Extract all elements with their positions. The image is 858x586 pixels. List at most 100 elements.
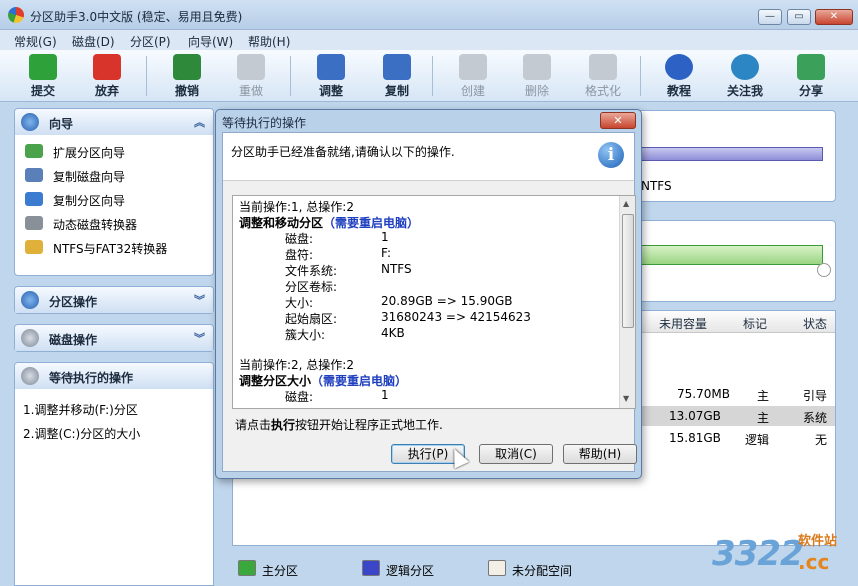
wizard-panel-header[interactable]: 向导 ︽	[15, 109, 213, 135]
sidebar-item-ntfs-fat32[interactable]: NTFS与FAT32转换器	[23, 237, 213, 261]
dialog-header: 分区助手已经准备就绪,请确认以下的操作. i	[223, 133, 634, 181]
col-free-space[interactable]: 未用容量	[659, 315, 707, 332]
pending-item[interactable]: 1.调整并移动(F:)分区	[23, 401, 138, 418]
pending-ops-title: 等待执行的操作	[49, 371, 134, 385]
cell-status: 引导	[803, 389, 828, 403]
field-label: 大小:	[285, 296, 314, 310]
partition-icon	[21, 291, 39, 309]
disk-ops-panel: 磁盘操作 ︾	[14, 324, 214, 352]
partition-ops-panel: 分区操作 ︾	[14, 286, 214, 314]
menu-partition[interactable]: 分区(P)	[130, 33, 171, 50]
delete-button[interactable]: 删除	[508, 52, 566, 100]
toolbar-separator	[640, 56, 641, 96]
cell-status: 系统	[803, 411, 828, 425]
swatch-primary	[238, 560, 256, 576]
cancel-button[interactable]: 取消(C)	[479, 444, 553, 464]
scroll-down-arrow[interactable]: ▼	[623, 394, 629, 403]
field-value: 1	[381, 388, 389, 402]
disk-ops-title: 磁盘操作	[49, 333, 98, 347]
tutorial-button[interactable]: 教程	[650, 52, 708, 100]
share-button[interactable]: 分享	[782, 52, 840, 100]
chevron-down-icon[interactable]: ︾	[194, 292, 205, 308]
sidebar-item-copy-disk-wizard[interactable]: 复制磁盘向导	[23, 165, 213, 189]
sidebar-item-copy-partition-wizard[interactable]: 复制分区向导	[23, 189, 213, 213]
follow-button[interactable]: 关注我	[716, 52, 774, 100]
chevron-up-icon[interactable]: ︽	[194, 114, 205, 130]
format-button[interactable]: 格式化	[574, 52, 632, 100]
wizard-panel: 向导 ︽ 扩展分区向导 复制磁盘向导 复制分区向导 动态磁盘转换器 NTFS与F…	[14, 108, 214, 276]
watermark-site: 软件站	[798, 534, 838, 549]
wizard-icon	[21, 113, 39, 131]
help-icon	[665, 54, 693, 80]
cell-flag: 逻辑	[745, 433, 770, 447]
scroll-up-arrow[interactable]: ▲	[623, 199, 629, 208]
create-partition-icon	[459, 54, 487, 80]
pending-ops-panel: 等待执行的操作 1.调整并移动(F:)分区 2.调整(C:)分区的大小	[14, 362, 214, 586]
close-button[interactable]: ✕	[815, 9, 853, 25]
wizard-panel-title: 向导	[49, 117, 74, 131]
sidebar-item-extend-wizard[interactable]: 扩展分区向导	[23, 141, 213, 165]
partition-bar[interactable]	[637, 245, 823, 265]
globe-icon	[731, 54, 759, 80]
pending-ops-header[interactable]: 等待执行的操作	[15, 363, 213, 389]
op-header: 当前操作:2, 总操作:2	[239, 358, 354, 372]
dialog-message: 分区助手已经准备就绪,请确认以下的操作.	[231, 145, 455, 159]
partition-ops-title: 分区操作	[49, 295, 98, 309]
toolbar-separator	[290, 56, 291, 96]
field-value: 20.89GB => 15.90GB	[381, 294, 513, 308]
menu-wizard[interactable]: 向导(W)	[188, 33, 233, 50]
op-name: 调整和移动分区	[239, 216, 324, 230]
disk-ops-header[interactable]: 磁盘操作 ︾	[15, 325, 213, 351]
col-status[interactable]: 状态	[803, 315, 827, 332]
undo-button[interactable]: 撤销	[158, 52, 216, 100]
field-value: 31680243 => 42154623	[381, 310, 531, 324]
vertical-scrollbar[interactable]: ▲ ▼	[619, 196, 635, 408]
copy-partition-icon	[383, 54, 411, 80]
op-header: 当前操作:1, 总操作:2	[239, 200, 354, 214]
scroll-thumb[interactable]	[622, 214, 634, 328]
extend-partition-icon	[25, 144, 43, 158]
menu-help[interactable]: 帮助(H)	[248, 33, 290, 50]
swatch-logical	[362, 560, 380, 576]
copy-button[interactable]: 复制	[368, 52, 426, 100]
create-button[interactable]: 创建	[444, 52, 502, 100]
slider-handle[interactable]	[817, 263, 831, 277]
chevron-down-icon[interactable]: ︾	[194, 330, 205, 346]
operations-list[interactable]: 当前操作:1, 总操作:2 调整和移动分区（需要重启电脑） 磁盘: 1 盘符: F:…	[232, 195, 636, 409]
minimize-button[interactable]: —	[758, 9, 782, 25]
partition-ops-header[interactable]: 分区操作 ︾	[15, 287, 213, 313]
redo-button[interactable]: 重做	[222, 52, 280, 100]
copy-disk-icon	[25, 168, 43, 182]
help-button[interactable]: 帮助(H)	[563, 444, 637, 464]
watermark-tld: .cc	[798, 550, 830, 574]
dialog-close-button[interactable]: ✕	[600, 112, 636, 129]
resize-button[interactable]: 调整	[302, 52, 360, 100]
format-icon	[589, 54, 617, 80]
partition-bar[interactable]	[637, 147, 823, 161]
cell-flag: 主	[757, 389, 770, 403]
field-label: 磁盘:	[285, 232, 314, 246]
menu-bar: 常规(G) 磁盘(D) 分区(P) 向导(W) 帮助(H)	[0, 30, 858, 50]
dialog-title: 等待执行的操作	[222, 116, 307, 130]
discard-button[interactable]: 放弃	[78, 52, 136, 100]
dynamic-disk-icon	[25, 216, 43, 230]
app-icon	[8, 7, 24, 23]
cell-free: 15.81GB	[669, 431, 721, 445]
gear-icon	[21, 329, 39, 347]
menu-disk[interactable]: 磁盘(D)	[72, 33, 115, 50]
menu-general[interactable]: 常规(G)	[14, 33, 57, 50]
cell-free: 75.70MB	[677, 387, 730, 401]
pending-operations-dialog: 等待执行的操作 ✕ 分区助手已经准备就绪,请确认以下的操作. i 当前操作:1,…	[215, 109, 642, 479]
cell-status: 无	[815, 433, 828, 447]
cell-flag: 主	[757, 411, 770, 425]
swatch-unallocated	[488, 560, 506, 576]
pending-item[interactable]: 2.调整(C:)分区的大小	[23, 425, 140, 442]
op-warning: （需要重启电脑）	[323, 216, 420, 230]
commit-button[interactable]: 提交	[14, 52, 72, 100]
col-flag[interactable]: 标记	[743, 315, 767, 332]
op-warning: （需要重启电脑）	[311, 374, 408, 388]
sidebar-item-dynamic-disk[interactable]: 动态磁盘转换器	[23, 213, 213, 237]
field-label: 文件系统:	[285, 264, 338, 278]
delete-partition-icon	[523, 54, 551, 80]
restore-button[interactable]: ▭	[787, 9, 811, 25]
